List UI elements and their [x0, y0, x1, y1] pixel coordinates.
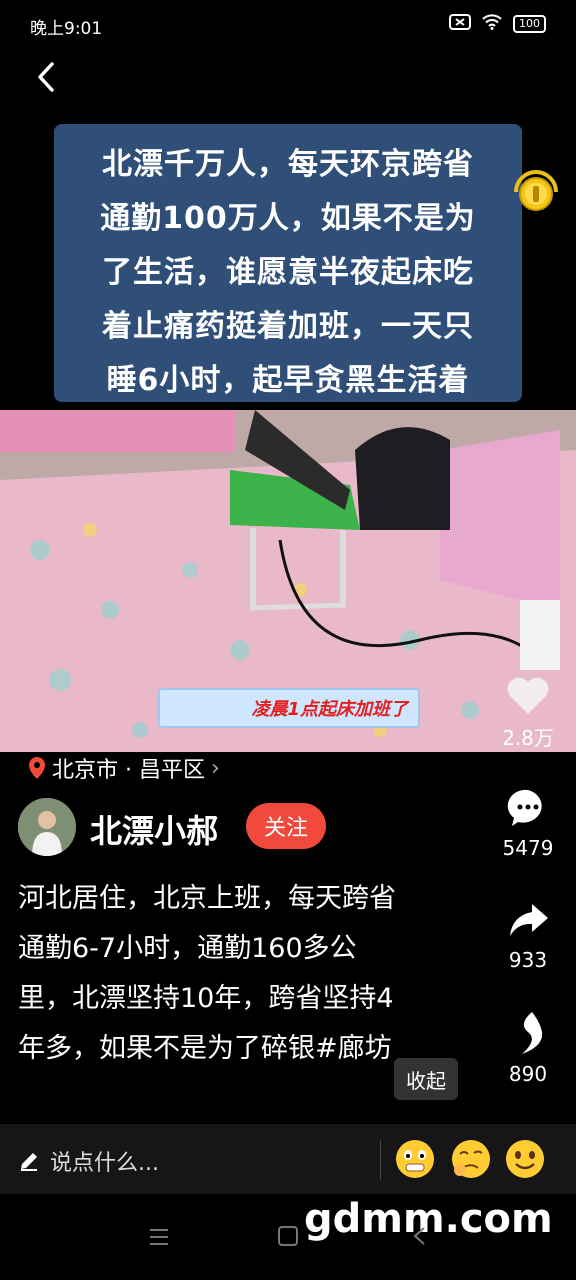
wifi-icon [481, 14, 503, 34]
collect-icon [522, 1012, 543, 1054]
description-line: 河北居住，北京上班，每天跨省 [18, 883, 396, 914]
caption-line: 通勤100万人，如果不是为 [100, 201, 476, 236]
battery-icon: 100 [513, 15, 546, 33]
comment-button[interactable]: 5479 [498, 786, 558, 860]
heart-icon [507, 677, 549, 714]
coin-button[interactable] [510, 166, 562, 218]
comment-placeholder: 说点什么... [50, 1151, 159, 1176]
nav-menu-button[interactable] [148, 1228, 170, 1246]
location-text: 北京市 · 昌平区 [52, 758, 205, 783]
caption-line: 了生活，谁愿意半夜起床吃 [102, 255, 474, 290]
collapse-button[interactable]: 收起 [394, 1058, 458, 1100]
status-time: 晚上9:01 [30, 19, 103, 39]
photo-banner: 凌晨1点起床加班了 [158, 688, 420, 728]
author-name[interactable]: 北漂小郝 [90, 806, 218, 852]
watermark: gdmm.com [304, 1196, 553, 1242]
comment-input[interactable]: 说点什么... [18, 1145, 159, 1177]
pencil-icon [21, 1153, 37, 1171]
like-button[interactable]: 2.8万 [498, 674, 558, 751]
emoji-icon [396, 1140, 434, 1178]
description-line: 通勤6-7小时，通勤160多公 [18, 933, 357, 964]
photo-banner-text: 凌晨1点起床加班了 [251, 699, 408, 720]
share-button[interactable]: 933 [498, 898, 558, 972]
like-count: 2.8万 [502, 726, 554, 750]
status-icons: 100 [449, 14, 546, 34]
comment-icon [507, 789, 542, 826]
comment-bar-divider [380, 1140, 381, 1180]
back-button[interactable] [30, 60, 64, 94]
nav-back-button[interactable] [412, 1226, 426, 1246]
location-arrow: › [210, 755, 220, 781]
back-icon [38, 62, 54, 92]
menu-icon [150, 1229, 168, 1245]
share-icon [510, 904, 548, 936]
follow-button[interactable]: 关注 [246, 803, 326, 849]
emoji-icon [506, 1140, 544, 1178]
nav-back-icon [413, 1227, 425, 1245]
caption-line: 睡6小时，起早贪黑生活着 [106, 363, 470, 398]
sim-icon [449, 14, 471, 34]
emoji-icon [452, 1140, 490, 1178]
post-description: 河北居住，北京上班，每天跨省 通勤6-7小时，通勤160多公 里，北漂坚持10年… [18, 874, 458, 1074]
nav-home-button[interactable] [278, 1226, 298, 1246]
video-caption: 北漂千万人，每天环京跨省 通勤100万人，如果不是为 了生活，谁愿意半夜起床吃 … [54, 124, 522, 402]
location-tag[interactable]: 北京市 · 昌平区 › [28, 752, 220, 784]
collect-button[interactable]: 890 [498, 1010, 558, 1086]
coin-icon [514, 170, 558, 211]
emoji-button-think[interactable] [450, 1138, 492, 1180]
caption-line: 北漂千万人，每天环京跨省 [102, 147, 474, 182]
avatar[interactable] [18, 798, 76, 856]
share-count: 933 [508, 948, 548, 972]
comment-count: 5479 [502, 836, 554, 860]
collect-count: 890 [508, 1062, 548, 1086]
description-line: 里，北漂坚持10年，跨省坚持4 [18, 983, 394, 1014]
description-line: 年多，如果不是为了碎银#廊坊 [18, 1033, 392, 1064]
emoji-button-smile[interactable] [504, 1138, 546, 1180]
location-pin-icon [29, 757, 45, 779]
caption-line: 着止痛药挺着加班，一天只 [102, 309, 474, 344]
emoji-button-grin[interactable] [394, 1138, 436, 1180]
